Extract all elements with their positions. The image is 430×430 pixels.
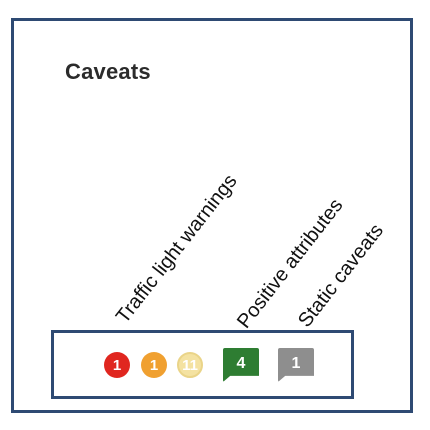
- yellow-warning-circle-icon[interactable]: 11: [177, 352, 203, 378]
- panel-title: Caveats: [65, 59, 151, 84]
- static-caveats-count: 1: [291, 354, 301, 372]
- amber-warning-circle-icon[interactable]: 1: [141, 352, 167, 378]
- red-warning-circle-icon[interactable]: 1: [104, 352, 130, 378]
- amber-warning-count: 1: [149, 356, 159, 374]
- positive-attributes-count: 4: [236, 354, 246, 372]
- red-warning-count: 1: [112, 356, 122, 374]
- yellow-warning-count: 11: [182, 356, 198, 374]
